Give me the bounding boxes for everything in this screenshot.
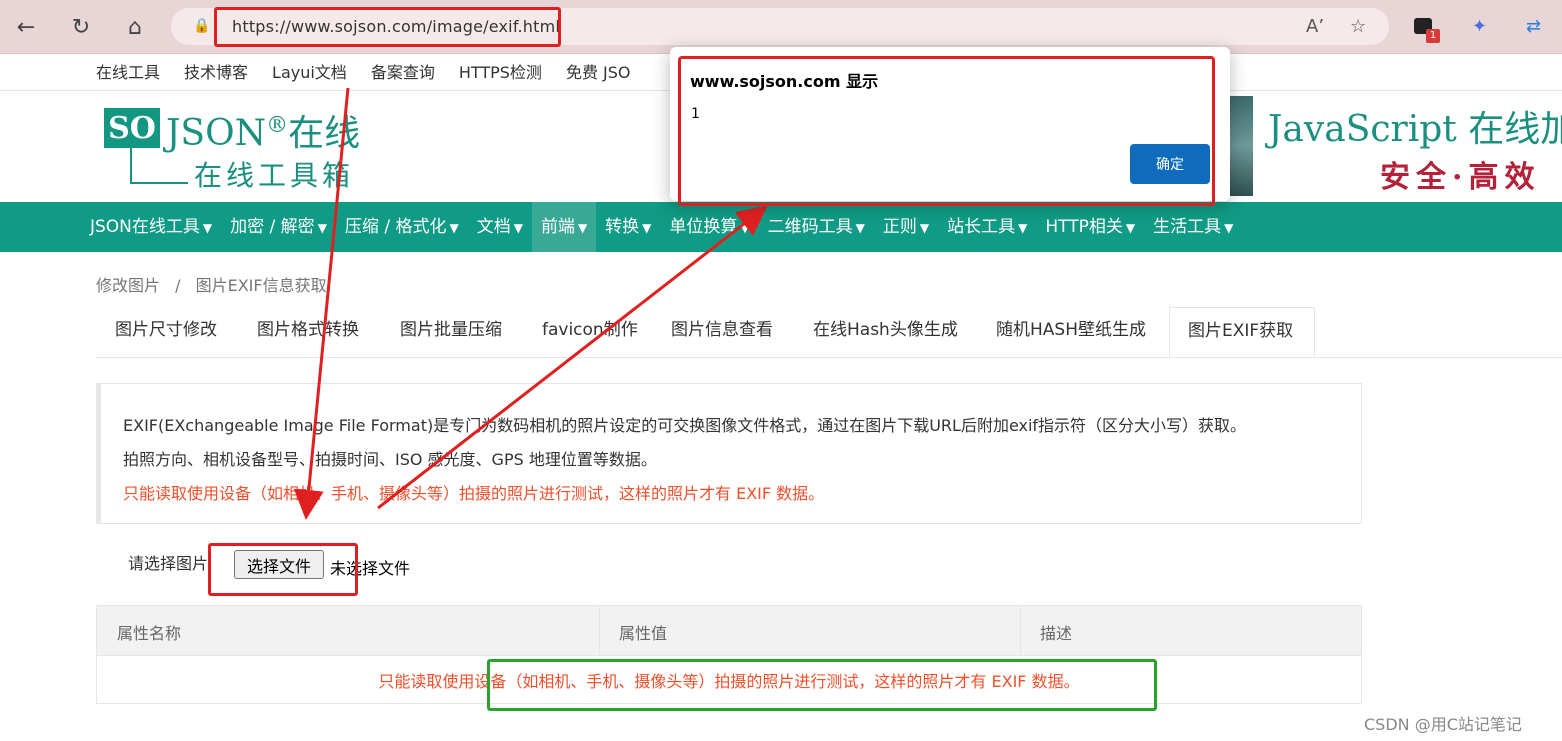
arrow-url-to-info bbox=[293, 87, 350, 520]
arrow-info-to-nav bbox=[377, 205, 768, 510]
watermark: CSDN @用C站记笔记 bbox=[1364, 715, 1522, 734]
annotation-dialog-box bbox=[678, 56, 1215, 206]
